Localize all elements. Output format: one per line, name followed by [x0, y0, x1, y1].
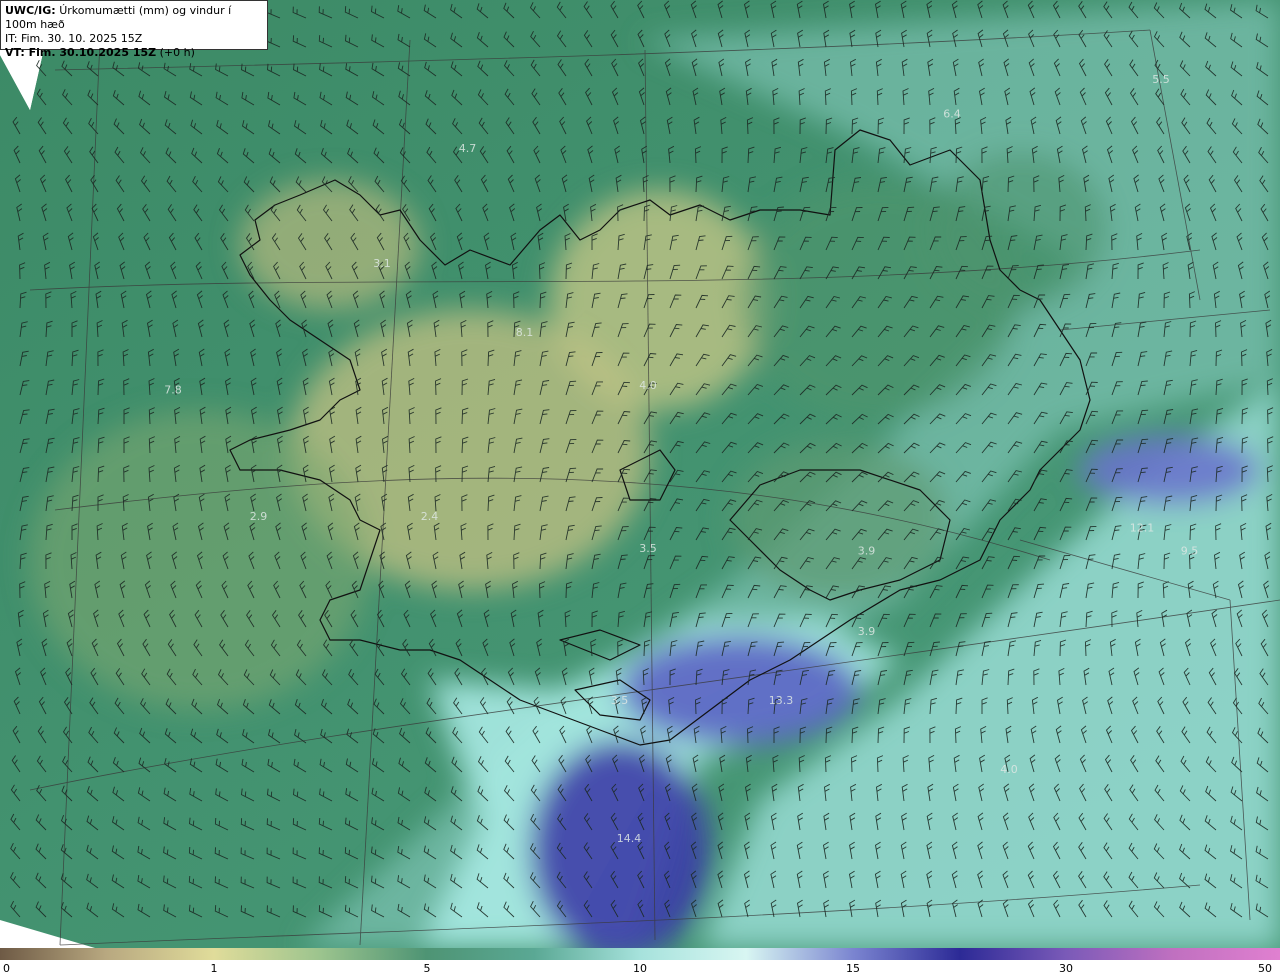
colorbar-tick-label: 15 — [846, 962, 860, 975]
max-value-label: 7.8 — [164, 384, 182, 397]
max-value-label: 4.7 — [459, 142, 477, 155]
max-value-label: 9.5 — [1181, 545, 1199, 558]
max-value-label: 3.9 — [858, 625, 876, 638]
valid-time-line: VT: Fim. 30.10.2025 15Z (+0 h) — [5, 46, 263, 60]
map-title-box: UWC/IG: Úrkomumætti (mm) og vindur í 100… — [0, 0, 268, 59]
max-value-label: 3.5 — [639, 542, 657, 555]
colorbar-tick-label: 0 — [3, 962, 10, 975]
max-value-label: 3.9 — [858, 545, 876, 558]
max-value-label: 4.0 — [1000, 763, 1018, 776]
colorbar-ramp — [0, 948, 1280, 960]
colorbar-tick-label: 10 — [633, 962, 647, 975]
max-value-label: 14.4 — [617, 832, 642, 845]
model-name: UWC/IG: — [5, 4, 56, 17]
max-value-label: 4.0 — [639, 379, 657, 392]
colorbar-tick-label: 1 — [210, 962, 218, 975]
max-value-label: 2.4 — [421, 510, 439, 523]
max-value-label: 12.1 — [1130, 522, 1155, 535]
colorbar-tick-label: 5 — [423, 962, 431, 975]
title-line: UWC/IG: Úrkomumætti (mm) og vindur í 100… — [5, 4, 263, 32]
max-value-label: 13.3 — [769, 694, 794, 707]
max-value-label: 3.1 — [373, 257, 391, 270]
colorbar — [0, 948, 1280, 960]
valid-time: VT: Fim. 30.10.2025 15Z — [5, 46, 157, 59]
max-value-label: 8.1 — [516, 326, 534, 339]
colorbar-tick-label: 50 — [1258, 962, 1272, 975]
max-value-label: 3.5 — [611, 694, 629, 707]
max-value-label: 2.9 — [250, 510, 268, 523]
issue-time: IT: Fim. 30. 10. 2025 15Z — [5, 32, 143, 45]
forecast-map: 5.5 6.4 4.7 3.1 8.1 7.8 4.0 2.9 2.4 3.5 3.9 12.1 9.5… — [0, 0, 1280, 948]
max-value-label: 5.5 — [1152, 73, 1170, 86]
colorbar-tick-labels: 0 1 5 10 15 30 50 — [0, 962, 1280, 978]
max-value-label: 6.4 — [943, 108, 961, 121]
colorbar-tick-label: 30 — [1059, 962, 1073, 975]
valid-time-offset: (+0 h) — [159, 46, 195, 59]
